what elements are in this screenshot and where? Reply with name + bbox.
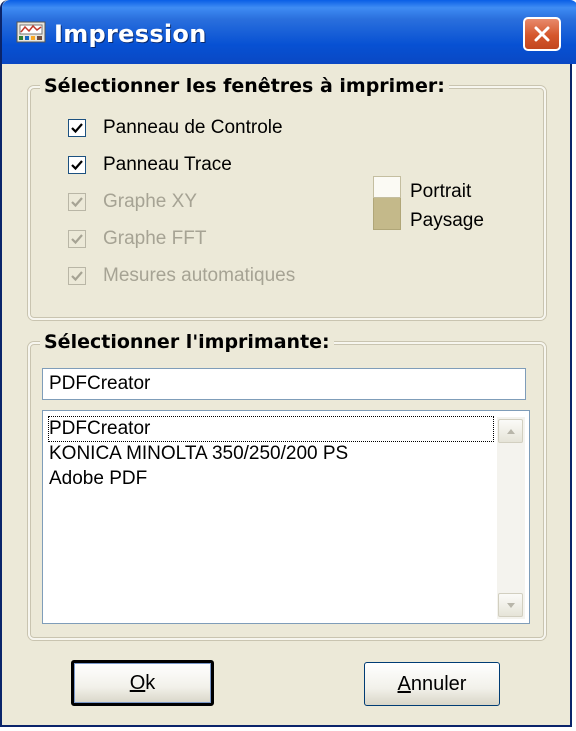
checkbox-graphe-fft: Graphe FFT: [68, 225, 206, 253]
checkbox-control: [68, 230, 86, 248]
landscape-swatch[interactable]: [373, 198, 401, 230]
checkbox-graphe-xy: Graphe XY: [68, 188, 197, 216]
vertical-scrollbar[interactable]: [497, 417, 525, 619]
list-item[interactable]: KONICA MINOLTA 350/250/200 PS: [49, 442, 348, 466]
ok-mnemonic: O: [129, 671, 146, 694]
portrait-swatch[interactable]: [373, 176, 401, 198]
checkbox-label: Panneau de Controle: [103, 117, 283, 138]
window-title: Impression: [54, 20, 207, 48]
cancel-label-rest: nnuler: [410, 672, 467, 695]
checkbox-control: [68, 267, 86, 285]
print-dialog: Impression Sélectionner les fenêtres à i…: [0, 0, 576, 727]
checkbox-panneau-trace[interactable]: Panneau Trace: [68, 151, 232, 179]
checkbox-label: Panneau Trace: [103, 154, 232, 175]
printer-list[interactable]: PDFCreator KONICA MINOLTA 350/250/200 PS…: [42, 410, 530, 624]
scroll-up-button[interactable]: [498, 419, 523, 443]
checkmark-icon: [71, 271, 83, 282]
ok-button[interactable]: Ok: [71, 660, 214, 706]
portrait-label[interactable]: Portrait: [410, 181, 471, 203]
close-icon: [534, 26, 550, 42]
checkmark-icon: [71, 234, 83, 245]
landscape-label[interactable]: Paysage: [410, 210, 484, 232]
checkbox-control[interactable]: [68, 156, 86, 174]
cancel-mnemonic: A: [397, 672, 411, 695]
windows-group-title: Sélectionner les fenêtres à imprimer:: [40, 75, 449, 97]
checkmark-icon: [71, 160, 83, 171]
scroll-up-icon: [507, 429, 515, 434]
ok-label-rest: k: [145, 671, 156, 694]
checkbox-mesures-automatiques: Mesures automatiques: [68, 262, 295, 290]
cancel-button[interactable]: Annuler: [364, 662, 500, 706]
list-item[interactable]: Adobe PDF: [49, 467, 147, 491]
scroll-down-button[interactable]: [498, 593, 523, 617]
title-bar[interactable]: Impression: [2, 0, 576, 64]
list-item[interactable]: PDFCreator: [48, 416, 494, 442]
scroll-down-icon: [507, 603, 515, 608]
checkbox-panneau-controle[interactable]: Panneau de Controle: [68, 114, 283, 142]
printer-group-title: Sélectionner l'imprimante:: [40, 331, 334, 353]
checkbox-control[interactable]: [68, 119, 86, 137]
checkmark-icon: [71, 197, 83, 208]
checkbox-label: Graphe XY: [103, 191, 197, 212]
close-button[interactable]: [523, 17, 561, 51]
app-icon: [16, 20, 46, 46]
checkbox-label: Mesures automatiques: [103, 265, 296, 286]
printer-name-field[interactable]: PDFCreator: [42, 368, 526, 400]
checkbox-control: [68, 193, 86, 211]
checkmark-icon: [71, 123, 83, 134]
checkbox-label: Graphe FFT: [103, 228, 207, 249]
